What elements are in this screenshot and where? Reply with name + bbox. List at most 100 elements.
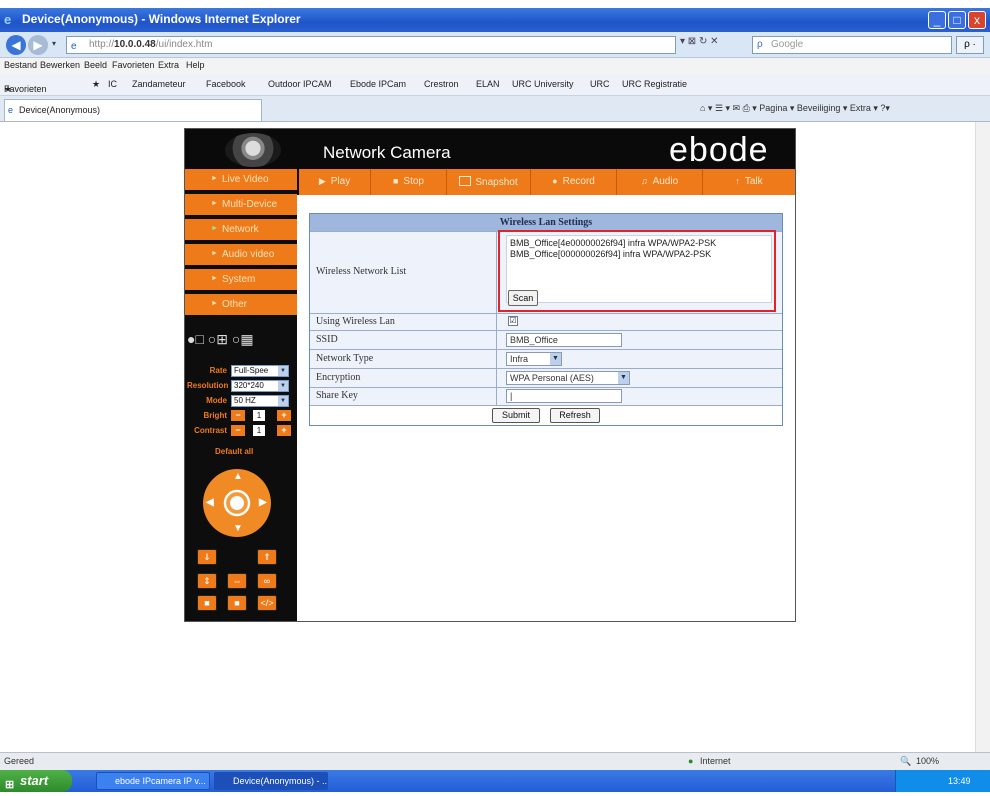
fav-urc[interactable]: URC (590, 79, 610, 89)
talk-button[interactable]: ↑ Talk (703, 169, 795, 195)
network-type-select[interactable]: Infra ▼ (506, 352, 562, 366)
menu-favorieten[interactable]: Favorieten (112, 60, 155, 70)
view-layout-selector[interactable]: ●□ ○⊞ ○▦ (187, 331, 295, 351)
sidebar-item-system[interactable]: ► System (185, 269, 297, 292)
ssid-input[interactable]: BMB_Office (506, 333, 622, 347)
zoom-level[interactable]: 100% (916, 756, 939, 766)
minimize-button[interactable]: _ (928, 11, 946, 29)
preset-button-2[interactable]: ⇑ (257, 549, 277, 565)
sidebar-item-network[interactable]: ► Network (185, 219, 297, 242)
fav-urc-registratie[interactable]: URC Registratie (622, 79, 687, 89)
tab-device[interactable]: e Device(Anonymous) (4, 99, 262, 121)
fav-elan[interactable]: ELAN (476, 79, 500, 89)
snapshot-button[interactable]: Snapshot (447, 169, 531, 195)
bright-increase-button[interactable]: + (277, 410, 291, 421)
io-off-button[interactable]: ■ (227, 595, 247, 611)
using-wireless-checkbox[interactable]: ☑ (508, 316, 518, 326)
sidebar-item-audio-video[interactable]: ► Audio video (185, 244, 297, 267)
camera-sidebar: ► Live Video ► Multi-Device ► Network ► Audi… (185, 169, 297, 621)
fav-facebook[interactable]: Facebook (206, 79, 246, 89)
vertical-patrol-button[interactable]: ⇕ (197, 573, 217, 589)
menu-help[interactable]: Help (186, 60, 205, 70)
tab-bar: e Device(Anonymous) ⌂ ▾ ☰ ▾ ✉ ⎙ ▾ Pagina… (0, 96, 990, 122)
add-favorite-icon[interactable]: ★ (92, 79, 100, 90)
windows-flag-icon: ⊞ (5, 779, 15, 791)
menu-extra[interactable]: Extra (158, 60, 179, 70)
search-placeholder: Google (771, 39, 804, 50)
address-input[interactable]: e http://10.0.0.48/ui/index.htm (66, 36, 676, 54)
ptz-up-icon[interactable]: ▲ (233, 471, 243, 482)
maximize-button[interactable]: □ (948, 11, 966, 29)
command-bar[interactable]: ⌂ ▾ ☰ ▾ ✉ ⎙ ▾ Pagina ▾ Beveiliging ▾ Ext… (700, 103, 890, 114)
record-icon: ● (552, 176, 558, 186)
fav-crestron[interactable]: Crestron (424, 79, 459, 89)
menu-bewerken[interactable]: Bewerken (40, 60, 80, 70)
fav-ic[interactable]: IC (108, 79, 117, 89)
history-dropdown-icon[interactable]: ▾ (52, 39, 56, 48)
forward-button[interactable]: ▶ (28, 35, 48, 55)
audio-label: Audio (652, 176, 679, 187)
record-button[interactable]: ● Record (531, 169, 617, 195)
submit-button[interactable]: Submit (492, 408, 540, 423)
menu-bestand[interactable]: Bestand (4, 60, 37, 70)
arrow-icon: ► (211, 300, 218, 307)
fav-outdoor-ipcam[interactable]: Outdoor IPCAM (268, 79, 332, 89)
contrast-increase-button[interactable]: + (277, 425, 291, 436)
back-button[interactable]: ◀ (6, 35, 26, 55)
fav-zandameteur[interactable]: Zandameteur (132, 79, 186, 89)
horizontal-patrol-button[interactable]: ⇔ (227, 573, 247, 589)
loop-button[interactable]: ∞ (257, 573, 277, 589)
taskbar-item-ebode[interactable]: ebode IPcamera IP v... (96, 772, 210, 790)
code-button[interactable]: </> (257, 595, 277, 611)
address-tools[interactable]: ▾ ⊠ ↻ ✕ (680, 36, 719, 47)
audio-button[interactable]: ♫ Audio (617, 169, 703, 195)
preset-button-1[interactable]: ⇓ (197, 549, 217, 565)
share-key-input[interactable]: | (506, 389, 622, 403)
ie-logo-icon: e (4, 12, 12, 27)
taskbar-item-device[interactable]: Device(Anonymous) - ... (214, 772, 328, 790)
search-button[interactable]: ρ · (956, 36, 984, 54)
fav-ebode-ipcam[interactable]: Ebode IPCam (350, 79, 406, 89)
ptz-left-icon[interactable]: ◀ (206, 497, 214, 508)
vertical-scrollbar[interactable] (975, 122, 990, 752)
sidebar-item-label: Other (222, 299, 248, 310)
sidebar-item-other[interactable]: ► Other (185, 294, 297, 317)
arrow-icon: ► (211, 225, 218, 232)
fav-urc-university[interactable]: URC University (512, 79, 574, 89)
sidebar-item-multi-device[interactable]: ► Multi-Device (185, 194, 297, 217)
search-input[interactable]: ρ Google (752, 36, 952, 54)
encryption-select[interactable]: WPA Personal (AES) ▼ (506, 371, 630, 385)
record-label: Record (562, 176, 595, 187)
taskbar-item-label: Device(Anonymous) - ... (233, 776, 328, 786)
highlight-box (498, 230, 776, 312)
resolution-label: Resolution (187, 381, 229, 390)
start-button[interactable]: ⊞ start (0, 770, 72, 792)
bright-decrease-button[interactable]: − (231, 410, 245, 421)
chevron-down-icon: ▼ (618, 372, 629, 384)
menu-beeld[interactable]: Beeld (84, 60, 107, 70)
rate-select[interactable]: Full-Spee ▼ (231, 365, 289, 377)
resolution-select[interactable]: 320*240 ▼ (231, 380, 289, 392)
refresh-button[interactable]: Refresh (550, 408, 600, 423)
zoom-icon[interactable]: 🔍 (900, 756, 911, 767)
url-path: /ui/index.htm (155, 39, 213, 50)
close-button[interactable]: x (968, 11, 986, 29)
contrast-value: 1 (253, 425, 265, 436)
zone-text: Internet (700, 756, 731, 766)
using-wireless-label: Using Wireless Lan (316, 316, 395, 327)
default-all-link[interactable]: Default all (215, 447, 253, 456)
ptz-right-icon[interactable]: ▶ (259, 497, 267, 508)
stop-icon: ■ (392, 176, 399, 186)
play-button[interactable]: ▶ Play (299, 169, 371, 195)
tab-page-icon: e (8, 105, 14, 115)
stop-button[interactable]: ■ Stop (371, 169, 447, 195)
ssid-row: SSID BMB_Office (310, 330, 782, 349)
mode-select[interactable]: 50 HZ ▼ (231, 395, 289, 407)
sidebar-item-label: Audio video (222, 249, 275, 260)
contrast-decrease-button[interactable]: − (231, 425, 245, 436)
sidebar-item-live-video[interactable]: ► Live Video (185, 169, 297, 192)
ptz-down-icon[interactable]: ▼ (233, 523, 243, 534)
ptz-joystick[interactable]: ▲ ▼ ◀ ▶ (203, 469, 271, 537)
io-on-button[interactable]: ■ (197, 595, 217, 611)
mode-value: 50 HZ (234, 396, 256, 405)
